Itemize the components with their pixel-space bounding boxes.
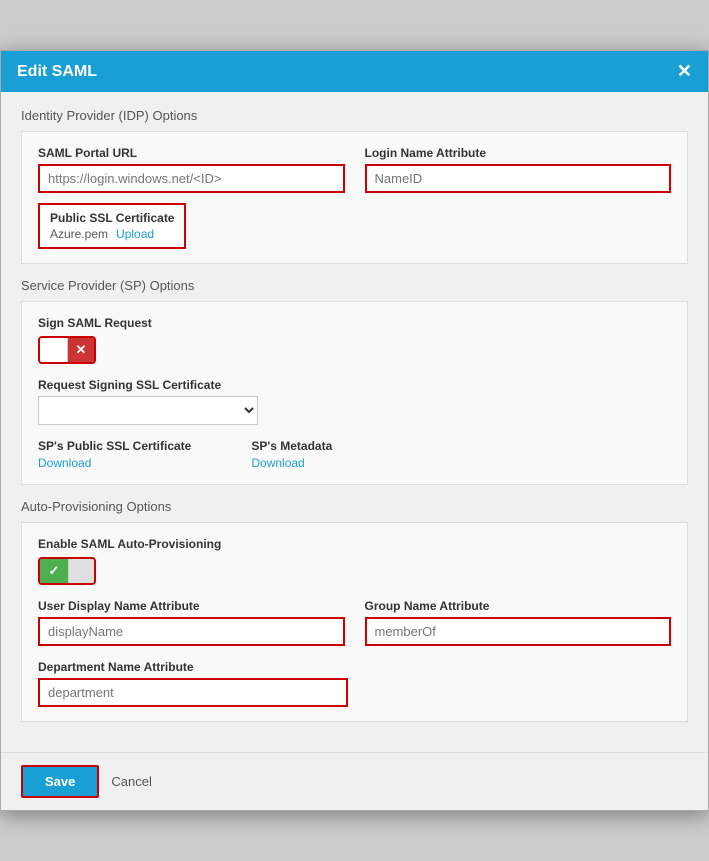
modal-title: Edit SAML [17, 63, 97, 81]
idp-section-box: SAML Portal URL Login Name Attribute Pub… [21, 131, 688, 264]
ssl-cert-row: Azure.pem Upload [50, 227, 174, 241]
toggle-off-left [40, 338, 68, 362]
enable-auto-provisioning-label: Enable SAML Auto-Provisioning [38, 537, 671, 551]
sp-public-ssl-label: SP's Public SSL Certificate [38, 439, 191, 453]
sp-metadata-label: SP's Metadata [251, 439, 332, 453]
auto-provisioning-toggle-container: ✓ [38, 557, 671, 585]
sp-section-label: Service Provider (SP) Options [21, 278, 688, 293]
provisioning-row1: User Display Name Attribute Group Name A… [38, 599, 671, 646]
request-signing-ssl-container: Request Signing SSL Certificate [38, 378, 671, 425]
request-signing-ssl-select[interactable] [38, 396, 258, 425]
modal-close-button[interactable]: ✕ [677, 61, 692, 82]
saml-portal-url-label: SAML Portal URL [38, 146, 345, 160]
ssl-cert-box: Public SSL Certificate Azure.pem Upload [38, 203, 186, 249]
login-name-attribute-col: Login Name Attribute [365, 146, 672, 193]
auto-provisioning-section-box: Enable SAML Auto-Provisioning ✓ User Dis… [21, 522, 688, 722]
saml-portal-url-col: SAML Portal URL [38, 146, 345, 193]
login-name-attribute-label: Login Name Attribute [365, 146, 672, 160]
sign-saml-request-label: Sign SAML Request [38, 316, 671, 330]
toggle-on-left: ✓ [40, 559, 68, 583]
department-name-label: Department Name Attribute [38, 660, 671, 674]
cancel-button[interactable]: Cancel [111, 774, 151, 789]
ssl-cert-upload-link[interactable]: Upload [116, 227, 154, 241]
auto-provisioning-section-label: Auto-Provisioning Options [21, 499, 688, 514]
modal-footer: Save Cancel [1, 752, 708, 810]
group-name-label: Group Name Attribute [365, 599, 672, 613]
edit-saml-modal: Edit SAML ✕ Identity Provider (IDP) Opti… [0, 50, 709, 811]
sp-metadata-col: SP's Metadata Download [251, 439, 332, 470]
group-name-input[interactable] [365, 617, 672, 646]
sp-public-ssl-col: SP's Public SSL Certificate Download [38, 439, 191, 470]
sp-public-ssl-download-link[interactable]: Download [38, 456, 91, 470]
save-button[interactable]: Save [21, 765, 99, 798]
toggle-check-icon: ✓ [48, 563, 59, 579]
toggle-x-icon: ✕ [76, 342, 87, 358]
idp-section-label: Identity Provider (IDP) Options [21, 108, 688, 123]
modal-body: Identity Provider (IDP) Options SAML Por… [1, 92, 708, 752]
idp-top-row: SAML Portal URL Login Name Attribute [38, 146, 671, 193]
toggle-off-right: ✕ [68, 338, 94, 362]
sign-saml-toggle-container: ✕ [38, 336, 671, 364]
saml-portal-url-input[interactable] [38, 164, 345, 193]
group-name-col: Group Name Attribute [365, 599, 672, 646]
sp-metadata-download-link[interactable]: Download [251, 456, 304, 470]
request-signing-ssl-label: Request Signing SSL Certificate [38, 378, 671, 392]
auto-provisioning-toggle[interactable]: ✓ [38, 557, 96, 585]
login-name-attribute-input[interactable] [365, 164, 672, 193]
ssl-cert-filename: Azure.pem [50, 227, 108, 241]
department-name-container: Department Name Attribute [38, 660, 671, 707]
department-name-input[interactable] [38, 678, 348, 707]
user-display-name-input[interactable] [38, 617, 345, 646]
ssl-cert-label: Public SSL Certificate [50, 211, 174, 225]
user-display-name-col: User Display Name Attribute [38, 599, 345, 646]
sp-section-box: Sign SAML Request ✕ Request Signing SSL … [21, 301, 688, 485]
sign-saml-toggle[interactable]: ✕ [38, 336, 96, 364]
modal-header: Edit SAML ✕ [1, 51, 708, 92]
sp-download-row: SP's Public SSL Certificate Download SP'… [38, 439, 671, 470]
toggle-on-right [68, 559, 94, 583]
user-display-name-label: User Display Name Attribute [38, 599, 345, 613]
